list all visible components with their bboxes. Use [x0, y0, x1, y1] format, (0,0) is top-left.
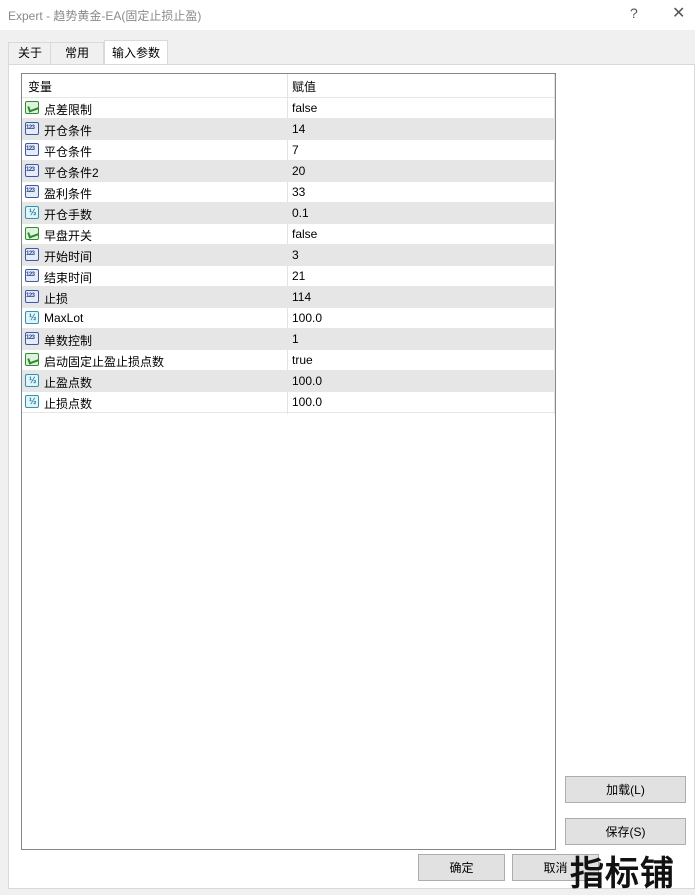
parameter-row[interactable]: 开始时间 3 — [22, 245, 555, 266]
help-icon[interactable]: ? — [630, 5, 638, 21]
parameter-row[interactable]: 启动固定止盈止损点数 true — [22, 350, 555, 371]
int-icon — [25, 248, 39, 261]
parameter-name: MaxLot — [44, 311, 84, 325]
parameter-row[interactable]: MaxLot 100.0 — [22, 308, 555, 329]
parameter-name: 平仓条件 — [44, 145, 93, 159]
parameter-name: 开仓条件 — [44, 124, 93, 138]
dialog-body: 关于 常用 输入参数 变量 赋值 点差限制false开仓条件14平仓条件7平仓条… — [0, 30, 695, 895]
watermark-logo: 指标铺 — [570, 854, 675, 894]
parameter-value[interactable]: 100.0 — [292, 395, 322, 409]
parameter-row[interactable]: 结束时间 21 — [22, 266, 555, 287]
parameter-value[interactable]: 33 — [292, 185, 305, 199]
parameter-name: 结束时间 — [44, 271, 93, 285]
window-title: Expert - 趋势黄金-EA(固定止损止盈) — [8, 9, 202, 23]
parameter-value[interactable]: 3 — [292, 248, 299, 262]
parameter-value[interactable]: true — [292, 353, 313, 367]
parameter-value[interactable]: 7 — [292, 143, 299, 157]
parameter-value[interactable]: 1 — [292, 332, 299, 346]
double-icon — [25, 311, 39, 324]
parameter-row[interactable]: 开仓条件 14 — [22, 119, 555, 140]
close-icon[interactable]: ✕ — [672, 3, 685, 23]
parameter-value[interactable]: 20 — [292, 164, 305, 178]
grid-header: 变量 赋值 — [22, 74, 555, 98]
parameter-row[interactable]: 止盈点数 100.0 — [22, 371, 555, 392]
tab-about[interactable]: 关于 — [8, 42, 52, 64]
parameter-row[interactable]: 盈利条件 33 — [22, 182, 555, 203]
parameter-name: 止损 — [44, 292, 69, 306]
bool-icon — [25, 353, 39, 366]
parameter-value[interactable]: 0.1 — [292, 206, 309, 220]
tab-input-parameters[interactable]: 输入参数 — [104, 40, 168, 65]
int-icon — [25, 143, 39, 156]
int-icon — [25, 164, 39, 177]
column-header-variable[interactable]: 变量 — [28, 78, 52, 95]
tab-panel: 变量 赋值 点差限制 false 开仓条件 14 平仓条件 7 平仓条件2 20 盈利条件 33 开… — [8, 64, 695, 889]
int-icon — [25, 185, 39, 198]
parameter-row[interactable]: 止损 114 — [22, 287, 555, 308]
bool-icon — [25, 101, 39, 114]
parameter-value[interactable]: false — [292, 227, 317, 241]
double-icon — [25, 374, 39, 387]
parameter-value[interactable]: false — [292, 101, 317, 115]
parameter-value[interactable]: 14 — [292, 122, 305, 136]
save-button[interactable]: 保存(S) — [565, 818, 686, 845]
column-header-value[interactable]: 赋值 — [292, 78, 316, 95]
int-icon — [25, 290, 39, 303]
int-icon — [25, 269, 39, 282]
title-bar: Expert - 趋势黄金-EA(固定止损止盈) ? ✕ — [0, 0, 695, 30]
parameter-value[interactable]: 21 — [292, 269, 305, 283]
double-icon — [25, 395, 39, 408]
parameter-row[interactable]: 平仓条件 7 — [22, 140, 555, 161]
int-icon — [25, 122, 39, 135]
bool-icon — [25, 227, 39, 240]
parameter-value[interactable]: 114 — [292, 290, 311, 304]
parameter-name: 点差限制 — [44, 103, 93, 117]
load-button[interactable]: 加载(L) — [565, 776, 686, 803]
parameter-name: 止损点数 — [44, 397, 93, 411]
parameter-name: 早盘开关 — [44, 229, 93, 243]
parameter-row[interactable]: 平仓条件2 20 — [22, 161, 555, 182]
grid-rows: 点差限制 false 开仓条件 14 平仓条件 7 平仓条件2 20 盈利条件 33 开仓手数 0.1… — [22, 98, 555, 413]
parameter-row[interactable]: 点差限制 false — [22, 98, 555, 119]
parameter-value[interactable]: 100.0 — [292, 374, 322, 388]
tab-common[interactable]: 常用 — [50, 42, 104, 64]
parameters-grid: 变量 赋值 点差限制 false 开仓条件 14 平仓条件 7 平仓条件2 20 盈利条件 33 开… — [21, 73, 556, 850]
parameter-row[interactable]: 早盘开关 false — [22, 224, 555, 245]
parameter-name: 平仓条件2 — [44, 166, 99, 180]
parameter-name: 盈利条件 — [44, 187, 93, 201]
parameter-name: 单数控制 — [44, 334, 93, 348]
int-icon — [25, 332, 39, 345]
parameter-row[interactable]: 单数控制 1 — [22, 329, 555, 350]
parameter-row[interactable]: 止损点数 100.0 — [22, 392, 555, 413]
parameter-name: 止盈点数 — [44, 376, 93, 390]
parameter-row[interactable]: 开仓手数 0.1 — [22, 203, 555, 224]
ok-button[interactable]: 确定 — [418, 854, 505, 881]
parameter-name: 开仓手数 — [44, 208, 93, 222]
parameter-value[interactable]: 100.0 — [292, 311, 322, 325]
parameter-name: 启动固定止盈止损点数 — [44, 355, 165, 369]
double-icon — [25, 206, 39, 219]
parameter-name: 开始时间 — [44, 250, 93, 264]
